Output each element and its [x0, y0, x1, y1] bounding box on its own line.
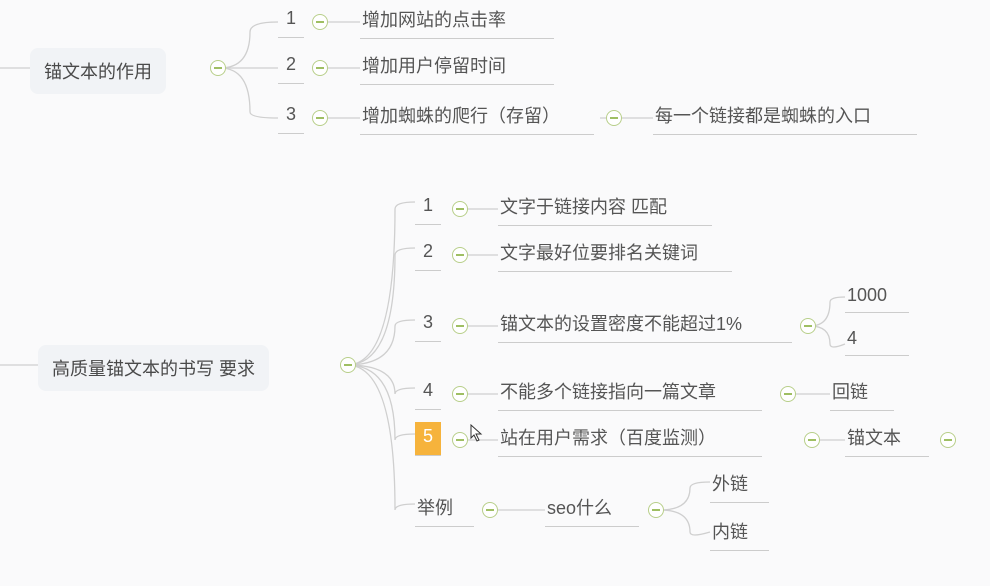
- leaf-node[interactable]: 外链: [710, 468, 769, 503]
- collapse-icon[interactable]: [648, 502, 664, 518]
- leaf-node[interactable]: 增加用户停留时间: [360, 50, 554, 85]
- leaf-label: 举例: [417, 498, 453, 518]
- leaf-node[interactable]: 不能多个链接指向一篇文章: [498, 376, 762, 411]
- leaf-node[interactable]: 文字于链接内容 匹配: [498, 191, 712, 226]
- collapse-icon[interactable]: [606, 110, 622, 126]
- list-number[interactable]: 3: [415, 308, 441, 342]
- collapse-icon[interactable]: [452, 247, 468, 263]
- list-number[interactable]: 3: [278, 100, 304, 134]
- collapse-icon[interactable]: [340, 357, 356, 373]
- leaf-node[interactable]: 文字最好位要排名关键词: [498, 237, 732, 272]
- collapse-icon[interactable]: [780, 386, 796, 402]
- leaf-node[interactable]: 增加网站的点击率: [360, 4, 554, 39]
- leaf-label: 1000: [847, 285, 887, 305]
- collapse-icon[interactable]: [452, 386, 468, 402]
- leaf-label: 文字于链接内容 匹配: [500, 197, 667, 217]
- collapse-icon[interactable]: [312, 60, 328, 76]
- collapse-icon[interactable]: [312, 110, 328, 126]
- leaf-label: 锚文本: [847, 428, 901, 448]
- leaf-label: 增加蜘蛛的爬行（存留）: [362, 106, 560, 126]
- collapse-icon[interactable]: [800, 318, 816, 334]
- list-number-label: 2: [423, 241, 433, 261]
- collapse-icon[interactable]: [940, 432, 956, 448]
- list-number-label: 1: [286, 8, 296, 28]
- list-number[interactable]: 4: [415, 376, 441, 410]
- list-number-label: 1: [423, 195, 433, 215]
- list-number[interactable]: 2: [415, 237, 441, 271]
- list-number-selected[interactable]: 5: [415, 422, 441, 456]
- leaf-node-example[interactable]: 举例: [415, 492, 474, 527]
- mouse-cursor-icon: [470, 424, 484, 444]
- list-number[interactable]: 2: [278, 50, 304, 84]
- leaf-label: 内链: [712, 522, 748, 542]
- list-number[interactable]: 1: [278, 4, 304, 38]
- leaf-node[interactable]: 锚文本: [845, 422, 929, 457]
- leaf-label: 增加用户停留时间: [362, 56, 506, 76]
- leaf-label: 锚文本的设置密度不能超过1%: [500, 314, 742, 334]
- leaf-node[interactable]: 增加蜘蛛的爬行（存留）: [360, 100, 594, 135]
- collapse-icon[interactable]: [452, 201, 468, 217]
- leaf-label: 回链: [832, 382, 868, 402]
- leaf-node[interactable]: 内链: [710, 516, 769, 551]
- collapse-icon[interactable]: [312, 14, 328, 30]
- list-number-label: 2: [286, 54, 296, 74]
- leaf-label: 站在用户需求（百度监测）: [500, 428, 716, 448]
- root-node-quality-anchor[interactable]: 高质量锚文本的书写 要求: [38, 345, 269, 391]
- leaf-label: seo什么: [547, 498, 612, 518]
- collapse-icon[interactable]: [452, 432, 468, 448]
- root-label: 锚文本的作用: [44, 62, 152, 82]
- root-node-anchor-purpose[interactable]: 锚文本的作用: [30, 48, 166, 94]
- leaf-label: 外链: [712, 474, 748, 494]
- list-number-label: 5: [423, 426, 433, 446]
- list-number-label: 3: [286, 104, 296, 124]
- list-number-label: 4: [423, 380, 433, 400]
- list-number-label: 3: [423, 312, 433, 332]
- list-number[interactable]: 1: [415, 191, 441, 225]
- leaf-node[interactable]: 每一个链接都是蜘蛛的入口: [653, 100, 917, 135]
- leaf-node[interactable]: 1000: [845, 283, 909, 313]
- leaf-label: 4: [847, 328, 857, 348]
- collapse-icon[interactable]: [452, 318, 468, 334]
- collapse-icon[interactable]: [210, 60, 226, 76]
- collapse-icon[interactable]: [482, 502, 498, 518]
- leaf-label: 文字最好位要排名关键词: [500, 243, 698, 263]
- leaf-node[interactable]: 站在用户需求（百度监测）: [498, 422, 762, 457]
- leaf-label: 每一个链接都是蜘蛛的入口: [655, 106, 871, 126]
- leaf-node[interactable]: seo什么: [545, 492, 639, 527]
- mindmap-canvas: 锚文本的作用 1 增加网站的点击率 2 增加用户停留时间 3 增加蜘蛛的爬行（存…: [0, 0, 990, 586]
- collapse-icon[interactable]: [804, 432, 820, 448]
- leaf-label: 不能多个链接指向一篇文章: [500, 382, 716, 402]
- leaf-node[interactable]: 4: [845, 326, 909, 356]
- leaf-node[interactable]: 回链: [830, 376, 894, 411]
- leaf-label: 增加网站的点击率: [362, 10, 506, 30]
- leaf-node[interactable]: 锚文本的设置密度不能超过1%: [498, 308, 792, 343]
- root-label: 高质量锚文本的书写 要求: [52, 359, 255, 379]
